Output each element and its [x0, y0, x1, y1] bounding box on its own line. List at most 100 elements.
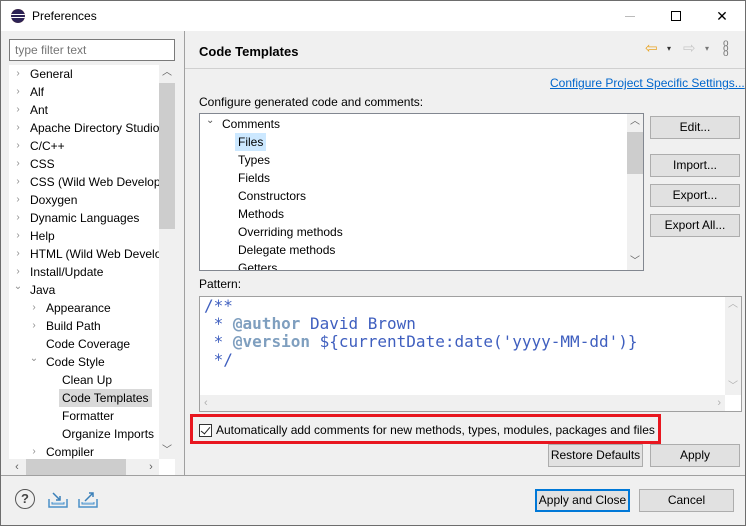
sidebar-item-label[interactable]: Build Path	[46, 317, 101, 335]
chevron-right-icon[interactable]: ›	[13, 227, 23, 245]
back-dropdown-icon[interactable]: ▾	[667, 41, 671, 57]
scroll-down-icon[interactable]: ﹀	[159, 443, 175, 459]
maximize-button[interactable]	[653, 1, 699, 31]
sidebar-item[interactable]: › HTML (Wild Web Developer)	[9, 245, 159, 263]
template-item-label[interactable]: Methods	[238, 205, 284, 223]
view-menu-icon[interactable]: ooo	[723, 39, 729, 59]
sidebar-item[interactable]: ⌄ Java	[9, 281, 159, 299]
sash-divider[interactable]	[184, 31, 185, 475]
sidebar-item[interactable]: › Install/Update	[9, 263, 159, 281]
scroll-thumb[interactable]	[627, 132, 643, 174]
auto-comments-label[interactable]: Automatically add comments for new metho…	[216, 423, 655, 437]
close-button[interactable]: ✕	[699, 1, 745, 31]
forward-dropdown-icon[interactable]: ▾	[705, 41, 709, 57]
template-item-label[interactable]: Fields	[238, 169, 270, 187]
chevron-right-icon[interactable]: ›	[13, 83, 23, 101]
chevron-down-icon[interactable]: ⌄	[206, 114, 214, 130]
sidebar-item-label[interactable]: Code Coverage	[46, 335, 130, 353]
templates-group-label[interactable]: Comments	[222, 115, 280, 133]
sidebar-item-label[interactable]: C/C++	[30, 137, 65, 155]
sidebar-item[interactable]: Code Coverage	[9, 335, 159, 353]
pattern-code[interactable]: /** * @author David Brown * @version ${c…	[204, 297, 637, 369]
export-all-button[interactable]: Export All...	[650, 214, 740, 237]
sidebar-item[interactable]: › CSS (Wild Web Developer)	[9, 173, 159, 191]
sidebar-item-label[interactable]: Organize Imports	[62, 425, 154, 443]
chevron-right-icon[interactable]: ›	[13, 65, 23, 83]
sidebar-item-label[interactable]: Formatter	[62, 407, 114, 425]
template-item-label[interactable]: Getters	[238, 259, 277, 270]
template-item-label[interactable]: Constructors	[238, 187, 306, 205]
sidebar-item[interactable]: Organize Imports	[9, 425, 159, 443]
scroll-down-icon[interactable]: ﹀	[725, 379, 741, 395]
apply-button[interactable]: Apply	[650, 444, 740, 467]
editor-vertical-scrollbar[interactable]: ︿ ﹀	[725, 297, 741, 395]
sidebar-item[interactable]: › Alf	[9, 83, 159, 101]
sidebar-item-label[interactable]: Apache Directory Studio	[30, 119, 159, 137]
sidebar-item[interactable]: Code Templates	[9, 389, 159, 407]
sidebar-item-label[interactable]: CSS	[30, 155, 55, 173]
scroll-thumb[interactable]	[26, 459, 126, 475]
scroll-thumb[interactable]	[159, 83, 175, 229]
sidebar-item[interactable]: › Help	[9, 227, 159, 245]
chevron-down-icon[interactable]: ⌄	[13, 281, 23, 296]
scroll-left-icon[interactable]: ‹	[204, 395, 208, 411]
chevron-right-icon[interactable]: ›	[13, 101, 23, 119]
chevron-right-icon[interactable]: ›	[13, 245, 23, 263]
template-item-label[interactable]: Overriding methods	[238, 223, 343, 241]
chevron-right-icon[interactable]: ›	[29, 317, 39, 335]
sidebar-item-label[interactable]: Alf	[30, 83, 44, 101]
edit-button[interactable]: Edit...	[650, 116, 740, 139]
sidebar-item[interactable]: › Ant	[9, 101, 159, 119]
template-item-label[interactable]: Types	[238, 151, 270, 169]
sidebar-item[interactable]: Clean Up	[9, 371, 159, 389]
editor-horizontal-scrollbar[interactable]: ‹ ›	[200, 395, 725, 411]
restore-defaults-button[interactable]: Restore Defaults	[548, 444, 643, 467]
forward-arrow-icon[interactable]: ⇨	[683, 41, 696, 57]
template-item-label[interactable]: Delegate methods	[238, 241, 335, 259]
sidebar-item-label[interactable]: Ant	[30, 101, 48, 119]
cancel-button[interactable]: Cancel	[639, 489, 734, 512]
sidebar-item[interactable]: › Apache Directory Studio	[9, 119, 159, 137]
sidebar-item[interactable]: › General	[9, 65, 159, 83]
scroll-up-icon[interactable]: ︿	[159, 65, 175, 81]
sidebar-item[interactable]: › CSS	[9, 155, 159, 173]
template-item-label[interactable]: Files	[235, 133, 267, 151]
chevron-right-icon[interactable]: ›	[13, 209, 23, 227]
chevron-right-icon[interactable]: ›	[13, 155, 23, 173]
auto-comments-checkbox[interactable]	[199, 423, 212, 437]
sidebar-item-label[interactable]: Dynamic Languages	[30, 209, 139, 227]
sidebar-item-label[interactable]: Code Templates	[59, 389, 152, 407]
back-arrow-icon[interactable]: ⇦	[645, 41, 658, 57]
chevron-right-icon[interactable]: ›	[13, 119, 23, 137]
chevron-right-icon[interactable]: ›	[29, 299, 39, 317]
sidebar-item[interactable]: › C/C++	[9, 137, 159, 155]
export-preferences-icon[interactable]	[77, 491, 99, 509]
configure-project-settings-link[interactable]: Configure Project Specific Settings...	[550, 76, 745, 90]
sidebar-item-label[interactable]: Doxygen	[30, 191, 77, 209]
pattern-editor[interactable]: /** * @author David Brown * @version ${c…	[199, 296, 742, 412]
scroll-right-icon[interactable]: ›	[143, 459, 159, 475]
scroll-down-icon[interactable]: ﹀	[627, 254, 643, 270]
sidebar-item[interactable]: › Build Path	[9, 317, 159, 335]
chevron-right-icon[interactable]: ›	[13, 263, 23, 281]
import-preferences-icon[interactable]	[47, 491, 69, 509]
chevron-right-icon[interactable]: ›	[13, 137, 23, 155]
sidebar-item-label[interactable]: Clean Up	[62, 371, 112, 389]
auto-comments-option[interactable]: Automatically add comments for new metho…	[199, 422, 655, 438]
sidebar-item[interactable]: › Doxygen	[9, 191, 159, 209]
chevron-right-icon[interactable]: ›	[13, 173, 23, 191]
sidebar-item-label[interactable]: Help	[30, 227, 55, 245]
sidebar-item-label[interactable]: Install/Update	[30, 263, 103, 281]
tree-vertical-scrollbar[interactable]: ︿ ﹀	[159, 65, 175, 459]
sidebar-item-label[interactable]: Appearance	[46, 299, 111, 317]
chevron-right-icon[interactable]: ›	[13, 191, 23, 209]
scroll-left-icon[interactable]: ‹	[9, 459, 25, 475]
sidebar-item-label[interactable]: Code Style	[46, 353, 105, 371]
export-button[interactable]: Export...	[650, 184, 740, 207]
sidebar-item[interactable]: Formatter	[9, 407, 159, 425]
minimize-button[interactable]	[607, 1, 653, 31]
sidebar-item-label[interactable]: Java	[30, 281, 55, 299]
scroll-up-icon[interactable]: ︿	[627, 114, 643, 130]
filter-input[interactable]	[9, 39, 175, 61]
scroll-right-icon[interactable]: ›	[717, 395, 721, 411]
